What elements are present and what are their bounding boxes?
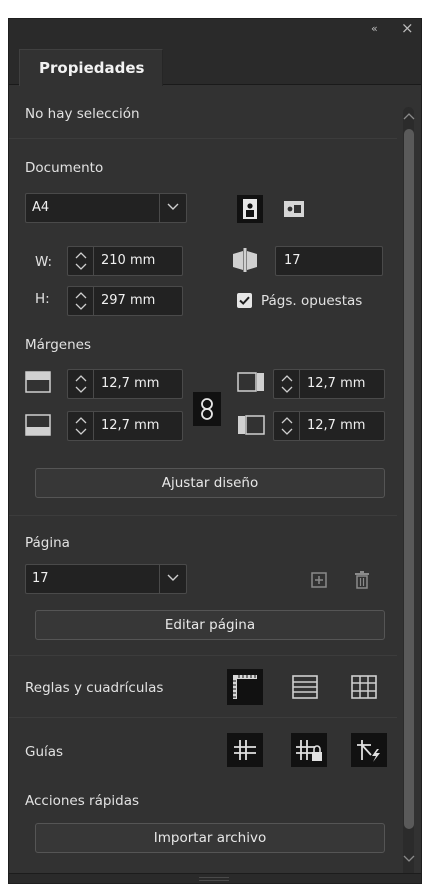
- margin-bottom-stepper[interactable]: 12,7 mm: [67, 411, 183, 441]
- width-value: 210 mm: [101, 253, 156, 268]
- delete-page-icon[interactable]: [354, 571, 370, 593]
- divider: [9, 515, 397, 516]
- margin-top-icon: [25, 371, 51, 397]
- chevron-down-icon[interactable]: [159, 194, 186, 222]
- margin-inside-stepper[interactable]: 12,7 mm: [273, 369, 385, 399]
- margin-outside-stepper[interactable]: 12,7 mm: [273, 411, 385, 441]
- margin-outside-icon: [237, 415, 265, 439]
- divider: [9, 717, 397, 718]
- margin-inside-icon: [237, 372, 265, 396]
- import-file-button[interactable]: Importar archivo: [35, 823, 385, 853]
- add-page-icon[interactable]: [311, 572, 327, 592]
- spinner-arrows-icon[interactable]: [68, 287, 94, 315]
- grip-lines: [199, 877, 229, 881]
- divider: [9, 138, 397, 139]
- page-value: 17: [32, 571, 49, 586]
- margin-top-value: 12,7 mm: [101, 376, 160, 391]
- height-value: 297 mm: [101, 293, 156, 308]
- margin-outside-value: 12,7 mm: [307, 418, 366, 433]
- panel-title-strip: « ×: [9, 19, 421, 41]
- baseline-grid-icon[interactable]: [292, 675, 318, 703]
- rulers-icon[interactable]: [227, 669, 263, 709]
- spinner-arrows-icon[interactable]: [68, 412, 94, 440]
- scrollbar[interactable]: [401, 107, 415, 879]
- guides-icon[interactable]: [227, 733, 263, 771]
- page-size-value: A4: [32, 200, 50, 215]
- width-label: W:: [35, 254, 53, 270]
- chevron-down-icon[interactable]: [403, 852, 415, 867]
- scrollbar-thumb[interactable]: [404, 129, 414, 829]
- document-grid-icon[interactable]: [351, 675, 377, 703]
- pages-field[interactable]: 17: [275, 246, 383, 276]
- height-stepper[interactable]: 297 mm: [67, 286, 183, 316]
- pages-value: 17: [284, 253, 301, 268]
- divider: [9, 655, 397, 656]
- width-stepper[interactable]: 210 mm: [67, 246, 183, 276]
- landscape-icon[interactable]: [283, 200, 305, 222]
- close-icon[interactable]: ×: [401, 19, 414, 37]
- properties-panel: « × Propiedades No hay selección Documen…: [8, 18, 422, 884]
- pages-icon: [231, 248, 259, 276]
- margin-inside-value: 12,7 mm: [307, 376, 366, 391]
- page-dropdown[interactable]: 17: [25, 564, 187, 594]
- checkbox-icon[interactable]: [237, 293, 252, 312]
- tab-bar: Propiedades: [9, 41, 421, 86]
- rulers-heading: Reglas y cuadrículas: [25, 680, 164, 696]
- quick-actions-heading: Acciones rápidas: [25, 793, 140, 809]
- margins-heading: Márgenes: [25, 337, 92, 353]
- tab-properties[interactable]: Propiedades: [19, 49, 163, 86]
- spinner-arrows-icon[interactable]: [274, 412, 300, 440]
- chevron-up-icon[interactable]: [403, 109, 415, 124]
- facing-pages-label[interactable]: Págs. opuestas: [261, 293, 362, 309]
- chevron-down-icon[interactable]: [159, 565, 186, 593]
- lock-guides-icon[interactable]: [291, 733, 327, 771]
- spinner-arrows-icon[interactable]: [68, 370, 94, 398]
- adjust-layout-button[interactable]: Ajustar diseño: [35, 468, 385, 498]
- margin-bottom-value: 12,7 mm: [101, 418, 160, 433]
- resize-grip[interactable]: [9, 873, 421, 883]
- document-heading: Documento: [25, 160, 104, 176]
- spinner-arrows-icon[interactable]: [68, 247, 94, 275]
- height-label: H:: [35, 291, 50, 307]
- selection-status: No hay selección: [25, 106, 140, 122]
- edit-page-button[interactable]: Editar página: [35, 610, 385, 640]
- page-size-dropdown[interactable]: A4: [25, 193, 187, 223]
- link-icon[interactable]: [193, 392, 221, 430]
- margin-bottom-icon: [25, 414, 51, 440]
- portrait-icon[interactable]: [237, 195, 263, 227]
- guides-heading: Guías: [25, 744, 64, 760]
- spinner-arrows-icon[interactable]: [274, 370, 300, 398]
- smart-guides-icon[interactable]: [351, 733, 387, 771]
- margin-top-stepper[interactable]: 12,7 mm: [67, 369, 183, 399]
- collapse-icon[interactable]: «: [371, 22, 378, 35]
- page-heading: Página: [25, 535, 70, 551]
- tab-label: Propiedades: [39, 59, 145, 77]
